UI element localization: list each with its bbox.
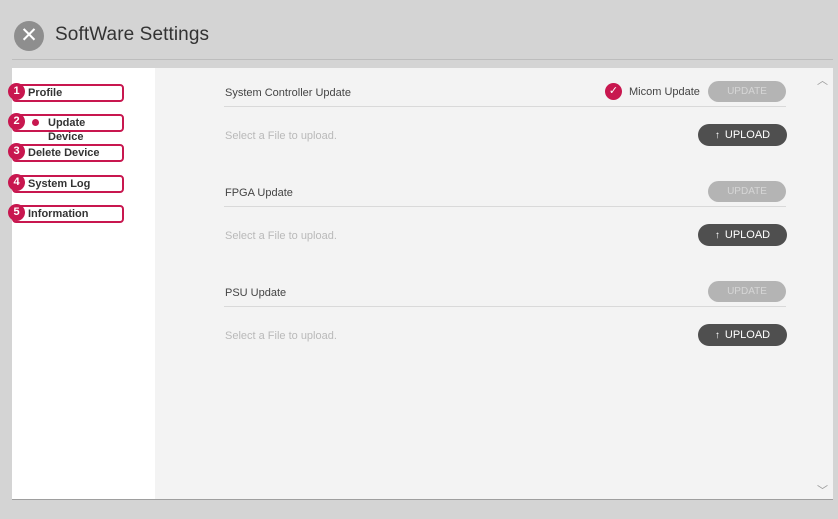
sidebar-item-label: Information (28, 208, 89, 220)
page-title: SoftWare Settings (55, 24, 210, 45)
sidebar-item-label: Delete Device (28, 147, 100, 159)
sidebar-item-profile[interactable]: 1 Profile (8, 83, 124, 102)
section-title: PSU Update (225, 287, 287, 299)
callout-number: 1 (8, 83, 25, 100)
file-placeholder: Select a File to upload. (225, 130, 337, 142)
section-title: System Controller Update (225, 87, 351, 99)
upload-arrow-icon: ↑ (714, 130, 720, 141)
section-title: FPGA Update (225, 187, 293, 199)
micom-update-label[interactable]: Micom Update (629, 86, 700, 98)
fpga-update-button[interactable]: UPDATE (708, 181, 786, 202)
system-controller-upload-button[interactable]: ↑ UPLOAD (698, 124, 787, 146)
upload-label: UPLOAD (724, 329, 771, 341)
callout-number: 5 (8, 204, 25, 221)
sidebar-item-system-log[interactable]: 4 System Log (8, 174, 124, 193)
window-header: ✕ SoftWare Settings (0, 0, 838, 62)
header-divider (12, 59, 833, 60)
settings-panel: 1 Profile 2 Update Device 3 Delete Devic… (8, 68, 833, 500)
sidebar-item-label: Update Device (48, 117, 86, 143)
sidebar-item-delete-device[interactable]: 3 Delete Device (8, 143, 124, 162)
psu-update-button[interactable]: UPDATE (708, 281, 786, 302)
system-controller-update-button[interactable]: UPDATE (708, 81, 786, 102)
fpga-upload-button[interactable]: ↑ UPLOAD (698, 224, 787, 246)
section-divider (224, 106, 786, 107)
update-content: System Controller Update ✓ Micom Update … (155, 68, 833, 500)
micom-update-checkbox[interactable]: ✓ (605, 83, 622, 100)
check-icon: ✓ (608, 85, 619, 97)
upload-label: UPLOAD (724, 129, 771, 141)
upload-arrow-icon: ↑ (714, 330, 720, 341)
close-icon: ✕ (20, 24, 38, 47)
file-placeholder: Select a File to upload. (225, 330, 337, 342)
callout-number: 2 (8, 113, 25, 130)
active-indicator-icon (32, 119, 39, 126)
upload-label: UPLOAD (724, 229, 771, 241)
sidebar-item-information[interactable]: 5 Information (8, 204, 124, 223)
close-button[interactable]: ✕ (14, 21, 44, 51)
sidebar: 1 Profile 2 Update Device 3 Delete Devic… (8, 68, 155, 500)
psu-upload-button[interactable]: ↑ UPLOAD (698, 324, 787, 346)
sidebar-item-label: Profile (28, 87, 63, 99)
sidebar-item-label: System Log (28, 178, 91, 190)
chevron-down-icon[interactable]: ﹀ (817, 482, 828, 498)
upload-arrow-icon: ↑ (714, 230, 720, 241)
chevron-up-icon[interactable]: ︿ (817, 72, 828, 88)
file-placeholder: Select a File to upload. (225, 230, 337, 242)
section-divider (224, 306, 786, 307)
callout-number: 3 (8, 143, 25, 160)
section-divider (224, 206, 786, 207)
panel-bottom-border (12, 499, 833, 500)
callout-number: 4 (8, 174, 25, 191)
sidebar-item-update-device[interactable]: 2 Update Device (8, 113, 124, 143)
